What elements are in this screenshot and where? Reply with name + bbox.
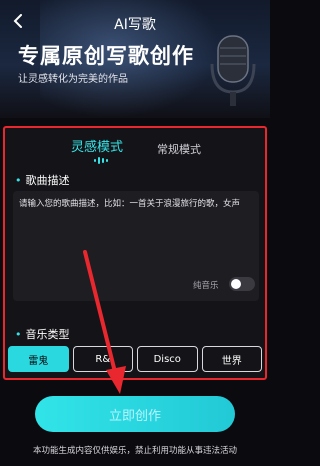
hero-headline: 专属原创写歌创作: [18, 44, 194, 68]
microphone-icon: [210, 35, 256, 106]
genre-disco-button[interactable]: Disco: [137, 346, 198, 372]
sound-wave-icon: [94, 156, 108, 164]
song-form-panel: 灵感模式 常规模式 • 歌曲描述 请输入您的歌曲描述，比如：一首关于浪漫旅行的歌，…: [3, 126, 267, 380]
mode-tabs: 灵感模式 常规模式: [5, 134, 265, 164]
song-description-label: 歌曲描述: [25, 174, 70, 187]
song-description-box[interactable]: 请输入您的歌曲描述，比如：一首关于浪漫旅行的歌，女声 纯音乐: [13, 191, 259, 301]
genre-options: 雷鬼 R& Disco 世界: [8, 346, 262, 372]
tab-normal-mode[interactable]: 常规模式: [157, 141, 201, 157]
pure-music-label: 纯音乐: [193, 281, 219, 291]
disclaimer-text: 本功能生成内容仅供娱乐，禁止利用功能从事违法活动: [32, 446, 237, 456]
toggle-knob: [231, 279, 241, 289]
page-title: AI写歌: [114, 17, 156, 33]
bullet-icon: •: [15, 328, 22, 341]
genre-world-button[interactable]: 世界: [201, 346, 262, 372]
music-genre-label: 音乐类型: [25, 328, 70, 341]
bullet-icon: •: [15, 174, 22, 187]
music-genre-heading: • 音乐类型: [15, 326, 70, 342]
hero-subline: 让灵感转化为完美的作品: [18, 74, 128, 85]
tab-inspiration-mode[interactable]: 灵感模式: [71, 136, 123, 155]
pure-music-toggle[interactable]: [229, 277, 255, 291]
song-description-heading: • 歌曲描述: [15, 172, 70, 188]
genre-reggae-button[interactable]: 雷鬼: [8, 346, 69, 372]
genre-rnb-button[interactable]: R&: [72, 346, 133, 372]
song-description-input[interactable]: 请输入您的歌曲描述，比如：一首关于浪漫旅行的歌，女声: [19, 197, 253, 217]
hero-banner: AI写歌 专属原创写歌创作 让灵感转化为完美的作品: [0, 0, 270, 118]
create-now-button[interactable]: 立即创作: [35, 396, 235, 432]
